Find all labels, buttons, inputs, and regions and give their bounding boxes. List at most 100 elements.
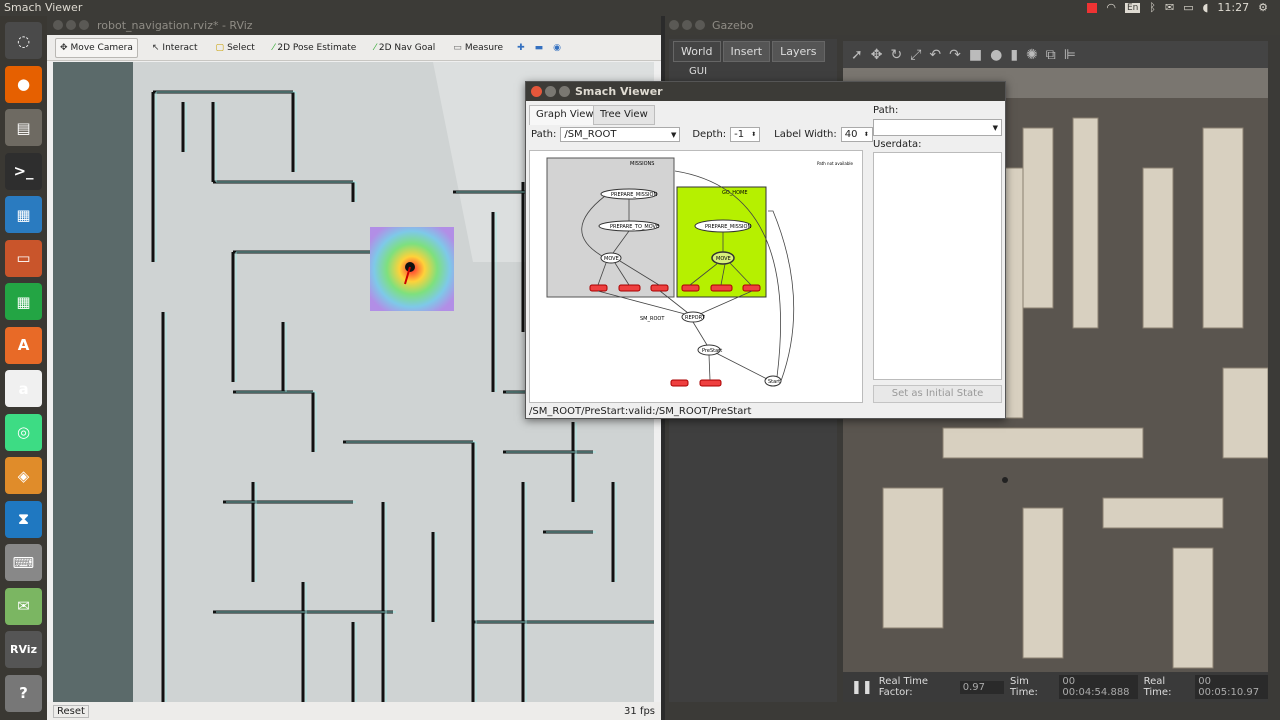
light-icon[interactable]: ✺ [1026, 47, 1038, 63]
sphere-icon[interactable]: ● [990, 47, 1002, 63]
tree-item-gui[interactable]: GUI [669, 62, 837, 77]
cylinder-icon[interactable]: ▮ [1010, 47, 1018, 63]
smach-right-panel: Path: ▼ Userdata: Set as Initial State [873, 102, 1003, 403]
settings-gear-icon[interactable]: ⚙ [1258, 1, 1268, 14]
right-path-label: Path: [873, 105, 899, 116]
clock[interactable]: 11:27 [1217, 1, 1249, 14]
maximize-icon[interactable] [79, 20, 89, 30]
keyboard-icon[interactable]: ⌨ [5, 544, 42, 581]
libreoffice-impress-icon[interactable]: ▭ [5, 239, 42, 277]
tool-move-camera[interactable]: ✥ Move Camera [55, 37, 138, 58]
chevron-down-icon: ▼ [670, 130, 677, 139]
virtualbox-icon[interactable]: ◈ [5, 457, 42, 494]
reset-button[interactable]: Reset [53, 704, 89, 718]
files-icon[interactable]: ▤ [5, 109, 42, 146]
tab-layers[interactable]: Layers [772, 41, 825, 62]
node-move[interactable]: MOVE [604, 256, 619, 262]
rotate-icon[interactable]: ↻ [890, 47, 902, 63]
state-machine-graph[interactable]: MISSIONS GO_HOME PREPARE_MISSION PREPARE… [529, 150, 863, 403]
depth-value: -1 [734, 129, 745, 140]
label-width-spinbox[interactable]: 40 ⬍ [840, 127, 873, 142]
node-prepare-to-move[interactable]: PREPARE_TO_MOVE [610, 224, 659, 230]
system-top-bar: Smach Viewer ◠ En ᛒ ✉ ▭ ◖ 11:27 ⚙ [0, 0, 1280, 16]
spin-arrows-icon: ⬍ [863, 131, 869, 138]
tool-2d-pose-estimate[interactable]: ⁄ 2D Pose Estimate [269, 38, 361, 58]
chevron-down-icon: ▼ [992, 123, 998, 132]
tool-label: Move Camera [70, 42, 133, 53]
record-indicator-icon[interactable] [1087, 2, 1098, 13]
eye-icon[interactable]: ◉ [553, 43, 561, 53]
path-value: /SM_ROOT [564, 129, 617, 140]
launcher: ◌ ● ▤ >_ ▦ ▭ ▦ Aa ◎ ◈ ⧗ ⌨ ✉ RViz? [0, 16, 47, 720]
close-icon[interactable] [531, 86, 542, 97]
tool-2d-nav-goal[interactable]: ⁄ 2D Nav Goal [370, 38, 439, 58]
plus-icon[interactable]: ✚ [517, 43, 525, 53]
userdata-textarea[interactable] [873, 152, 1002, 380]
maximize-icon[interactable] [559, 86, 570, 97]
node-prepare-mission[interactable]: PREPARE_MISSION [611, 192, 657, 198]
battery-icon[interactable]: ▭ [1183, 1, 1193, 14]
copy-icon[interactable]: ⧉ [1046, 47, 1056, 63]
set-initial-state-button[interactable]: Set as Initial State [873, 385, 1002, 403]
close-icon[interactable] [669, 20, 679, 30]
pose-estimate-icon: ⁄ [272, 42, 275, 53]
pause-icon[interactable]: ❚❚ [851, 680, 873, 695]
libreoffice-writer-icon[interactable]: ▦ [5, 196, 42, 233]
ubuntu-dash-icon[interactable]: ◌ [5, 22, 42, 59]
volume-icon[interactable]: ◖ [1203, 1, 1209, 14]
maximize-icon[interactable] [695, 20, 705, 30]
terminal-icon[interactable]: >_ [5, 152, 42, 190]
box-icon[interactable]: ■ [969, 47, 982, 63]
smach-statusbar: /SM_ROOT/PreStart:valid:/SM_ROOT/PreStar… [529, 406, 752, 417]
state-path-combobox[interactable]: ▼ [873, 119, 1002, 136]
translate-icon[interactable]: ✥ [871, 47, 883, 63]
gazebo-time-bar: ❚❚ Real Time Factor: 0.97 Sim Time: 00 0… [843, 672, 1268, 702]
select-arrow-icon[interactable]: ➚ [851, 47, 863, 63]
help-icon[interactable]: ? [5, 674, 42, 712]
tab-world[interactable]: World [673, 41, 721, 62]
close-icon[interactable] [53, 20, 63, 30]
node-start[interactable]: Start [768, 379, 780, 385]
undo-icon[interactable]: ↶ [929, 47, 941, 63]
node-go-home-prepare[interactable]: PREPARE_MISSION [705, 224, 751, 230]
rtf-label: Real Time Factor: [878, 676, 929, 698]
path-combobox[interactable]: /SM_ROOT ▼ [560, 127, 681, 142]
gazebo-toolbar: ➚ ✥ ↻ ⤢ ↶ ↷ ■ ● ▮ ✺ ⧉ ⊫ [843, 41, 1268, 68]
firefox-icon[interactable]: ● [5, 65, 42, 103]
depth-spinbox[interactable]: -1 ⬍ [730, 127, 761, 142]
tab-insert[interactable]: Insert [722, 41, 771, 62]
libreoffice-calc-icon[interactable]: ▦ [5, 283, 42, 320]
bluetooth-icon[interactable]: ᛒ [1149, 1, 1156, 14]
tool-label: 2D Nav Goal [378, 42, 436, 53]
node-prestart[interactable]: PreStart [702, 348, 722, 354]
tool-interact[interactable]: ↖ Interact [148, 38, 202, 58]
node-report[interactable]: REPORT [685, 315, 706, 321]
label-width-value: 40 [844, 129, 858, 140]
minimize-icon[interactable] [545, 86, 556, 97]
active-window-title: Smach Viewer [4, 1, 83, 14]
tool-measure[interactable]: ▭ Measure [449, 38, 507, 58]
sim-time-label: Sim Time: [1009, 676, 1038, 698]
tool-label: 2D Pose Estimate [277, 42, 357, 53]
redo-icon[interactable]: ↷ [949, 47, 961, 63]
scale-icon[interactable]: ⤢ [910, 47, 921, 63]
minimize-icon[interactable] [66, 20, 76, 30]
align-icon[interactable]: ⊫ [1064, 47, 1076, 63]
node-go-home-move[interactable]: MOVE [716, 256, 731, 262]
mail-indicator-icon[interactable]: ✉ [1165, 1, 1174, 14]
rviz-icon[interactable]: RViz [5, 631, 42, 668]
mail-icon[interactable]: ✉ [5, 587, 42, 625]
software-center-icon[interactable]: A [5, 326, 42, 364]
tab-graph-view[interactable]: Graph View [529, 105, 601, 125]
minus-icon[interactable]: ▬ [535, 43, 544, 53]
vscode-icon[interactable]: ⧗ [5, 500, 42, 538]
path-label: Path: [531, 129, 557, 140]
wifi-icon[interactable]: ◠ [1106, 1, 1116, 14]
tool-select[interactable]: ▢ Select [212, 38, 259, 58]
language-indicator[interactable]: En [1125, 2, 1141, 13]
graph-options-row: Path: /SM_ROOT ▼ Depth: -1 ⬍ Label Width… [531, 127, 873, 142]
minimize-icon[interactable] [682, 20, 692, 30]
amazon-icon[interactable]: a [5, 370, 42, 407]
android-studio-icon[interactable]: ◎ [5, 413, 42, 451]
tab-tree-view[interactable]: Tree View [593, 105, 655, 125]
